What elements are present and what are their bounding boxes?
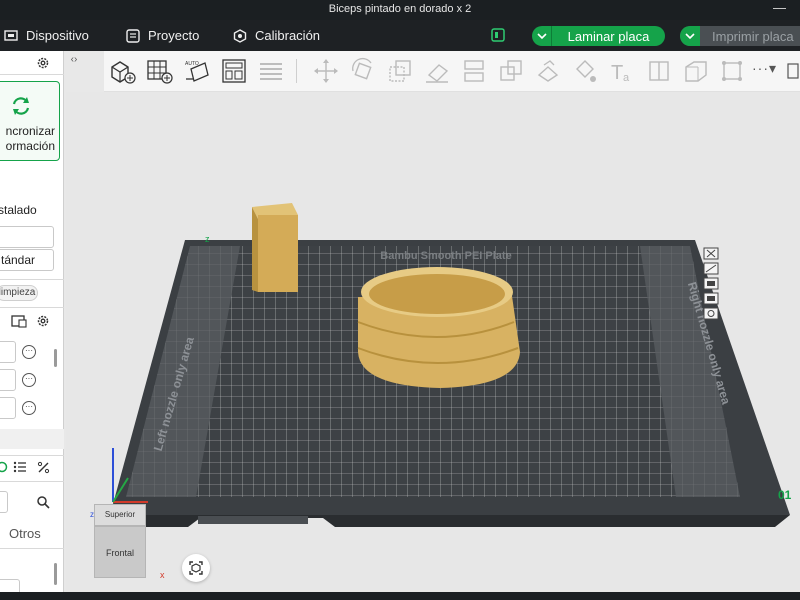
divider [0, 455, 64, 456]
divider [0, 279, 64, 280]
build-plate-scene: z [110, 203, 790, 527]
cut-icon[interactable] [460, 57, 488, 85]
gear-icon[interactable] [36, 314, 50, 328]
color-paint-icon[interactable] [571, 57, 599, 85]
scrollbar[interactable] [54, 349, 57, 367]
taskbar-strip [0, 592, 800, 600]
panel-gap [0, 429, 64, 449]
3d-viewport[interactable]: z Bambu Smooth PEI Plate Left nozzle onl… [66, 92, 800, 600]
search-field[interactable] [0, 491, 8, 513]
device-icon [4, 29, 18, 41]
filament-slot-3[interactable] [0, 397, 16, 419]
arrange-icon[interactable] [220, 57, 248, 85]
origin-marker: z [205, 234, 210, 244]
text-tool-icon[interactable]: Ta [608, 57, 636, 85]
auto-orient-icon[interactable]: AUTO [183, 57, 211, 85]
move-icon[interactable] [312, 57, 340, 85]
lay-on-face-icon[interactable] [423, 57, 451, 85]
sync-label-line2: ormación [5, 139, 55, 153]
minimize-button[interactable]: — [773, 0, 786, 15]
svg-text:a: a [623, 72, 630, 84]
filament-slot-2[interactable] [0, 369, 16, 391]
list-icon[interactable] [13, 461, 27, 473]
nav-project-label: Proyecto [148, 28, 200, 43]
nav-calibration-label: Calibración [255, 28, 321, 43]
sync-status-icon[interactable] [491, 28, 505, 42]
box-object [258, 215, 298, 292]
installed-text: stalado [0, 203, 37, 217]
nav-device-label: Dispositivo [26, 28, 89, 43]
measure-icon[interactable] [682, 57, 710, 85]
scrollbar[interactable] [54, 563, 57, 585]
title-bar: Biceps pintado en dorado x 2 — [0, 0, 800, 20]
plate-label-strip [198, 516, 308, 524]
fit-view-icon [189, 561, 203, 575]
add-object-icon[interactable] [108, 57, 136, 85]
toolbar: AUTO Ta ···▾ [104, 51, 800, 92]
more-icon[interactable]: ··· [22, 373, 36, 387]
support-paint-icon[interactable] [534, 57, 562, 85]
project-icon [126, 28, 140, 43]
object-mode-icon[interactable] [0, 461, 8, 473]
window-title: Biceps pintado en dorado x 2 [328, 3, 472, 15]
left-sidebar: ncronizar ormación stalado tándar limpie… [0, 51, 64, 600]
add-plate-icon[interactable] [145, 57, 173, 85]
rotate-icon[interactable] [349, 57, 377, 85]
sync-label-line1: ncronizar [5, 124, 55, 138]
assemble-icon[interactable] [718, 57, 746, 85]
view-front[interactable]: Frontal [94, 526, 146, 578]
print-plate-button[interactable]: Imprimir placa [680, 26, 800, 46]
slice-plate-button[interactable]: Laminar placa [532, 26, 665, 46]
box-left [252, 207, 258, 292]
percent-icon[interactable] [37, 461, 50, 474]
divider [0, 481, 64, 482]
tab-other[interactable]: Otros [9, 526, 41, 541]
nav-device[interactable]: Dispositivo [4, 20, 89, 51]
mesh-boolean-icon[interactable] [497, 57, 525, 85]
toolbar-separator [296, 59, 297, 83]
calibration-icon [233, 28, 247, 43]
axis-z-label: z [90, 510, 94, 519]
view-top[interactable]: Superior [94, 504, 146, 526]
more-tools-button[interactable]: ···▾ [752, 60, 777, 77]
collapse-sidebar-button[interactable]: ‹› [65, 51, 83, 69]
print-plate-label: Imprimir placa [712, 28, 794, 44]
chevron-down-icon[interactable] [532, 26, 552, 46]
filament-slot-1[interactable] [0, 341, 16, 363]
axis-x-label: x [160, 570, 165, 580]
chevron-down-icon[interactable] [680, 26, 700, 46]
search-icon[interactable] [36, 495, 50, 509]
view-cube[interactable]: Superior Frontal z x [90, 504, 165, 580]
slice-plate-label: Laminar placa [567, 28, 650, 44]
layers-icon[interactable] [257, 57, 285, 85]
sync-info-card[interactable]: ncronizar ormación [0, 81, 60, 161]
plate-name: Bambu Smooth PEI Plate [380, 250, 512, 262]
app-window: Biceps pintado en dorado x 2 — Dispositi… [0, 0, 800, 600]
scale-icon[interactable] [386, 57, 414, 85]
plate-number: 01 [778, 488, 792, 502]
sync-icon [12, 97, 30, 115]
more-icon[interactable]: ··· [22, 345, 36, 359]
nav-project[interactable]: Proyecto [126, 20, 199, 51]
nav-calibration[interactable]: Calibración [233, 20, 320, 51]
toolbar-overflow-icon[interactable] [787, 63, 799, 79]
gear-icon[interactable] [36, 56, 50, 70]
filament-icon[interactable] [11, 314, 27, 328]
fit-view-button[interactable] [182, 554, 210, 582]
seam-paint-icon[interactable] [645, 57, 673, 85]
cleaning-chip[interactable]: limpieza [0, 285, 38, 301]
divider [0, 548, 64, 549]
svg-text:T: T [611, 62, 623, 84]
profile-field[interactable]: tándar [0, 249, 54, 271]
divider [0, 307, 64, 308]
more-icon[interactable]: ··· [22, 401, 36, 415]
cylinder-inner [369, 274, 505, 314]
sync-label: ncronizar ormación [0, 124, 55, 154]
printer-field[interactable] [0, 226, 54, 248]
plate-controls [702, 246, 722, 322]
divider [0, 74, 64, 75]
